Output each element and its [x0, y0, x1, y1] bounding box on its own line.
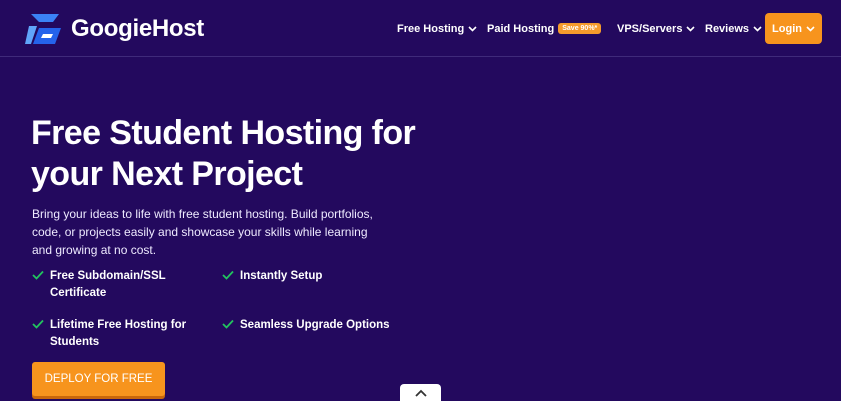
chevron-down-icon [806, 25, 815, 32]
login-button[interactable]: Login [765, 13, 822, 44]
nav-paid-hosting[interactable]: Paid Hosting Save 90%* [487, 0, 602, 57]
login-label: Login [772, 22, 802, 35]
brand-name: GoogieHost [71, 15, 204, 42]
hero-title-line1: Free Student Hosting for [31, 114, 416, 152]
check-icon [222, 270, 234, 280]
chevron-up-icon [414, 389, 427, 397]
save-badge: Save 90%* [558, 23, 602, 34]
brand-logo[interactable]: GoogieHost [25, 10, 204, 48]
feature-label: Seamless Upgrade Options [240, 319, 390, 331]
check-icon [222, 319, 234, 329]
hero-title-line2: your Next Project [31, 155, 303, 193]
feature-label: Lifetime Free Hosting for [50, 319, 187, 331]
nav-reviews-label: Reviews [705, 22, 750, 35]
feature-label: Free Subdomain/SSL [50, 270, 166, 282]
feature-item: Lifetime Free Hosting for Students [32, 317, 186, 351]
scroll-to-top-button[interactable] [400, 384, 441, 401]
top-navbar: GoogieHost Free Hosting Paid Hosting Sav… [0, 0, 841, 57]
feature-item: Free Subdomain/SSL Certificate [32, 268, 166, 302]
chevron-down-icon [468, 25, 477, 32]
feature-label: Certificate [50, 287, 107, 299]
deploy-for-free-button[interactable]: DEPLOY FOR FREE [32, 362, 165, 396]
check-icon [32, 270, 44, 280]
feature-label: Instantly Setup [240, 270, 323, 282]
nav-reviews[interactable]: Reviews [705, 0, 762, 57]
feature-label: Students [50, 336, 100, 348]
hero-description: Bring your ideas to life with free stude… [32, 207, 373, 257]
nav-vps-label: VPS/Servers [617, 22, 683, 35]
chevron-down-icon [686, 25, 696, 32]
chevron-down-icon [753, 25, 762, 32]
nav-free-hosting-label: Free Hosting [397, 22, 465, 35]
feature-item: Seamless Upgrade Options [222, 317, 390, 334]
nav-paid-hosting-label: Paid Hosting [487, 22, 555, 35]
hero-title: Free Student Hosting for your Next Proje… [31, 113, 431, 195]
check-icon [32, 319, 44, 329]
nav-free-hosting[interactable]: Free Hosting [397, 0, 477, 57]
nav-vps-servers[interactable]: VPS/Servers [617, 0, 696, 57]
feature-item: Instantly Setup [222, 268, 322, 285]
googiehost-logo-icon [25, 14, 61, 44]
deploy-button-label: DEPLOY FOR FREE [44, 373, 153, 385]
